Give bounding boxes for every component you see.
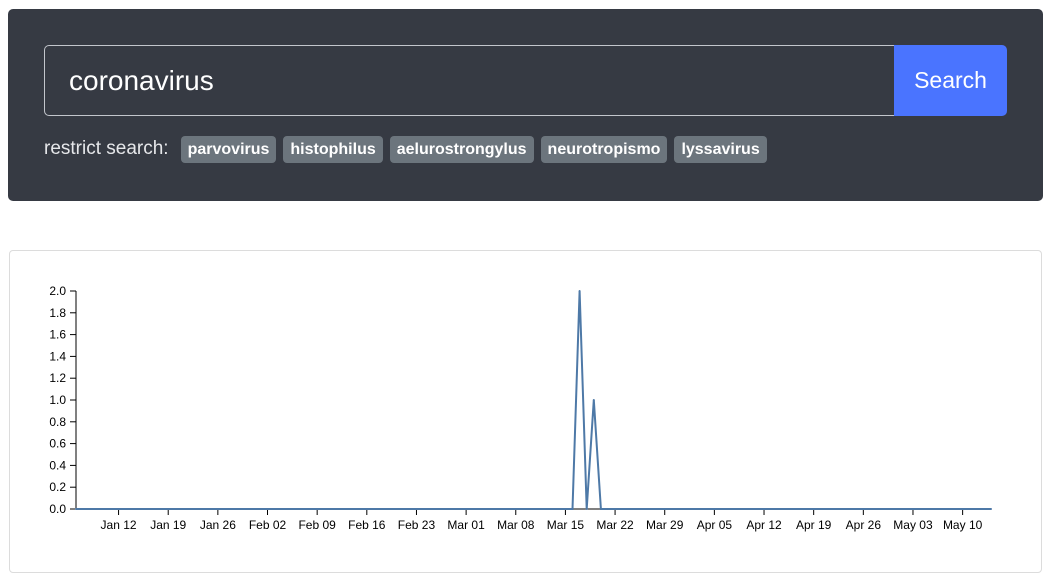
search-button[interactable]: Search (894, 45, 1007, 116)
x-tick-label: Mar 01 (447, 518, 485, 532)
y-tick-label: 2.0 (49, 284, 66, 298)
tag-parvovirus[interactable]: parvovirus (180, 135, 277, 163)
x-tick-label: Mar 29 (646, 518, 684, 532)
x-tick-label: Apr 12 (746, 518, 782, 532)
y-tick-label: 1.8 (49, 306, 66, 320)
x-tick-label: May 10 (943, 518, 983, 532)
data-point (578, 290, 581, 292)
x-tick-label: Mar 22 (596, 518, 634, 532)
search-input[interactable] (44, 45, 894, 116)
x-tick-label: Mar 08 (497, 518, 535, 532)
timeline-chart: 0.0 0.2 0.4 0.6 0.8 1.0 1.2 1.4 1.6 1.8 2.0 Jan 12 J… (49, 284, 992, 532)
data-point (606, 508, 609, 510)
y-tick-label: 1.4 (49, 349, 66, 363)
y-tick-label: 1.2 (49, 371, 66, 385)
y-tick-label: 0.2 (49, 480, 66, 494)
y-tick-label: 0.4 (49, 458, 66, 472)
data-point (75, 508, 77, 510)
x-tick-label: Feb 23 (398, 518, 436, 532)
x-tick-label: Jan 12 (101, 518, 137, 532)
x-tick-label: Apr 19 (796, 518, 832, 532)
y-tick-label: 1.0 (49, 393, 66, 407)
x-tick-label: May 03 (893, 518, 933, 532)
x-tick-label: Feb 09 (298, 518, 336, 532)
tag-lyssavirus[interactable]: lyssavirus (674, 135, 767, 163)
series-line (76, 290, 991, 510)
restrict-search-row: restrict search: parvovirus histophilus … (44, 135, 774, 163)
tag-histophilus[interactable]: histophilus (283, 135, 383, 163)
tag-aelurostrongylus[interactable]: aelurostrongylus (389, 135, 534, 163)
x-tick-label: Feb 02 (249, 518, 287, 532)
y-tick-label: 0.8 (49, 415, 66, 429)
data-point (585, 508, 588, 510)
chart-card: 0.0 0.2 0.4 0.6 0.8 1.0 1.2 1.4 1.6 1.8 2.0 Jan 12 J… (9, 250, 1042, 573)
data-point (571, 508, 574, 510)
x-tick-label: Apr 05 (697, 518, 733, 532)
restrict-search-label: restrict search: (44, 138, 169, 159)
search-panel: Search restrict search: parvovirus histo… (8, 9, 1043, 201)
x-tick-label: Mar 15 (547, 518, 585, 532)
x-tick-label: Jan 19 (150, 518, 186, 532)
y-tick-label: 0.0 (49, 502, 66, 516)
x-tick-label: Feb 16 (348, 518, 386, 532)
y-tick-label: 1.6 (49, 328, 66, 342)
data-point (592, 399, 595, 401)
data-point (990, 508, 992, 510)
data-point (599, 508, 602, 510)
x-tick-label: Apr 26 (846, 518, 882, 532)
y-tick-label: 0.6 (49, 437, 66, 451)
x-tick-label: Jan 26 (200, 518, 236, 532)
tag-neurotropismo[interactable]: neurotropismo (540, 135, 668, 163)
